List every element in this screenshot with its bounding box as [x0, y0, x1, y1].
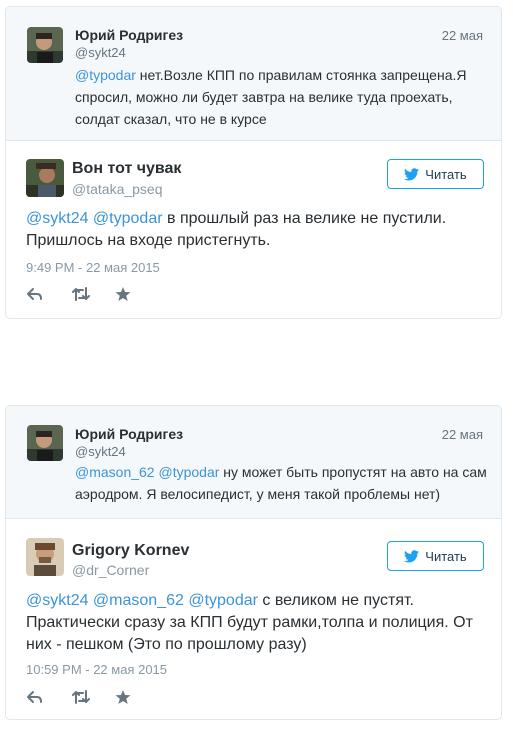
tweet-card-2: Юрий Родригез @sykt24 22 мая @mason_62 @…: [5, 405, 502, 720]
tweet-actions: [26, 286, 146, 302]
tweet-card-1: Юрий Родригез @sykt24 22 мая @typodar не…: [5, 6, 502, 319]
retweet-icon[interactable]: [72, 286, 90, 302]
mention-link[interactable]: @sykt24 @mason_62 @typodar: [26, 592, 258, 609]
reply-icon[interactable]: [26, 286, 44, 302]
tweet-timestamp[interactable]: 10:59 PM - 22 мая 2015: [26, 662, 167, 677]
author-handle[interactable]: @dr_Corner: [72, 562, 149, 578]
quoted-tweet[interactable]: Юрий Родригез @sykt24 22 мая @typodar не…: [6, 7, 501, 141]
follow-button[interactable]: Читать: [387, 541, 484, 571]
quoted-text: @mason_62 @typodar ну может быть пропуст…: [75, 461, 489, 505]
twitter-bird-icon: [404, 549, 420, 562]
quoted-date[interactable]: 22 мая: [442, 28, 483, 43]
author-name[interactable]: Grigory Kornev: [72, 542, 189, 560]
tweet-actions: [26, 689, 146, 705]
quoted-text: @typodar нет.Возле КПП по правилам стоян…: [75, 64, 489, 130]
avatar[interactable]: [26, 538, 64, 576]
tweet-text: @sykt24 @mason_62 @typodar с великом не …: [26, 590, 487, 656]
twitter-bird-icon: [404, 167, 420, 180]
quoted-tweet[interactable]: Юрий Родригез @sykt24 22 мая @mason_62 @…: [6, 406, 501, 519]
follow-button[interactable]: Читать: [387, 159, 484, 189]
follow-label: Читать: [425, 548, 467, 564]
mention-link[interactable]: @mason_62 @typodar: [75, 464, 219, 480]
tweet-timestamp[interactable]: 9:49 PM - 22 мая 2015: [26, 260, 160, 275]
avatar[interactable]: [26, 159, 64, 197]
retweet-icon[interactable]: [72, 689, 90, 705]
quoted-author-handle[interactable]: @sykt24: [75, 444, 126, 459]
reply-icon[interactable]: [26, 689, 44, 705]
quoted-author-name[interactable]: Юрий Родригез: [75, 426, 183, 442]
author-handle[interactable]: @tataka_pseq: [72, 181, 163, 197]
quoted-author-name[interactable]: Юрий Родригез: [75, 27, 183, 43]
star-icon[interactable]: [114, 689, 132, 705]
star-icon[interactable]: [114, 286, 132, 302]
mention-link[interactable]: @sykt24 @typodar: [26, 210, 163, 227]
follow-label: Читать: [425, 166, 467, 182]
mention-link[interactable]: @typodar: [75, 67, 136, 83]
tweet-text: @sykt24 @typodar в прошлый раз на велике…: [26, 208, 487, 252]
avatar[interactable]: [27, 27, 63, 63]
avatar[interactable]: [27, 425, 63, 461]
author-name[interactable]: Вон тот чувак: [72, 160, 181, 178]
quoted-author-handle[interactable]: @sykt24: [75, 45, 126, 60]
quoted-date[interactable]: 22 мая: [442, 427, 483, 442]
